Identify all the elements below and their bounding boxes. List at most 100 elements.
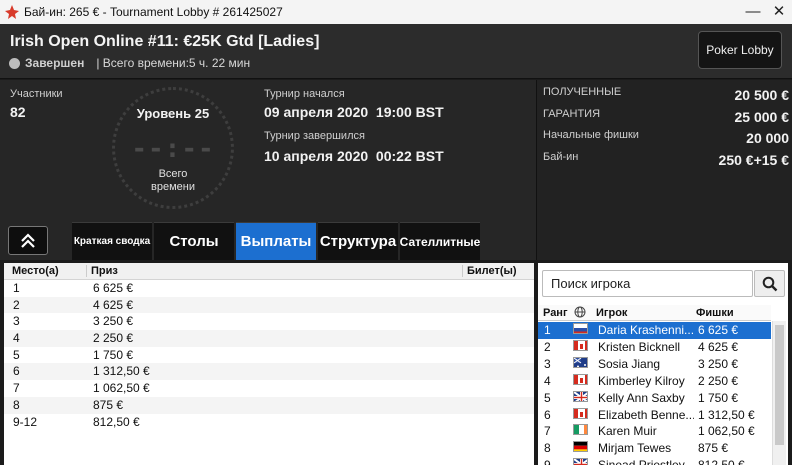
lobby-tabs: Краткая сводка Столы Выплаты Структура С… [72,222,482,260]
buyin-label: Бай-ин [543,151,579,163]
place-cell: 3 [13,314,20,329]
info-left-panel: Участники 82 Уровень 25 --:-- Всего врем… [0,80,534,260]
player-name-cell: Daria Krashenni... [598,323,694,337]
place-cell: 2 [13,297,20,312]
player-row[interactable]: 6 Elizabeth Benne... 1 312,50 € [538,407,771,424]
rank-cell: 6 [544,407,551,422]
player-name-cell: Kelly Ann Saxby [598,390,685,405]
status-dot-icon [9,57,20,69]
tab-satellites[interactable]: Сателлитные [400,222,480,260]
col-country[interactable] [574,306,586,321]
clock-digits: --:-- [131,134,215,164]
player-name-cell: Kristen Bicknell [598,339,681,354]
buyin-value: 250 €+15 € [718,152,789,168]
table-row: 9-12 812,50 € [4,414,534,431]
payouts-header: Место(а) Приз Билет(ы) [4,263,534,280]
col-chips[interactable]: Фишки [696,307,734,319]
chips-cell: 875 € [698,441,729,456]
search-icon [762,276,778,292]
window-title: Бай-ин: 265 € - Tournament Lobby # 26142… [24,5,283,19]
country-flag-icon [573,339,588,351]
prize-cell: 1 312,50 € [93,364,150,379]
tab-payouts[interactable]: Выплаты [236,222,316,260]
rank-cell: 7 [544,424,551,439]
pokerstars-logo-icon [5,5,19,19]
starting-chips-value: 20 000 [746,130,789,146]
player-row[interactable]: 8 Mirjam Tewes 875 € [538,440,771,457]
collapse-button[interactable] [8,226,48,255]
poker-lobby-button[interactable]: Poker Lobby [698,31,782,69]
rank-cell: 8 [544,441,551,456]
country-flag-icon [573,458,588,465]
country-flag-icon [573,441,588,453]
chevron-up-double-icon [21,233,35,248]
place-cell: 6 [13,364,20,379]
player-row[interactable]: 9 Sinead Priestley 812,50 € [538,457,771,465]
tab-structure[interactable]: Структура [318,222,398,260]
end-value: 10 апреля 2020 00:22 BST [264,148,444,164]
participants-label: Участники [10,88,63,100]
close-button[interactable]: ✕ [768,2,790,22]
prize-cell: 1 062,50 € [93,381,150,396]
country-flag-icon [573,323,588,334]
minimize-button[interactable]: — [742,2,764,22]
player-row[interactable]: 5 Kelly Ann Saxby 1 750 € [538,390,771,407]
player-name-cell: Elizabeth Benne... [598,407,694,422]
clock-caption: Всего времени [115,168,231,194]
table-row: 1 6 625 € [4,280,534,297]
player-row[interactable]: 3 Sosia Jiang 3 250 € [538,356,771,373]
players-scrollbar[interactable] [772,321,786,465]
player-name-cell: Sosia Jiang [598,356,661,371]
payouts-body: 1 6 625 € 2 4 625 € 3 3 250 € 4 2 250 € 5 1 750 €… [4,280,534,430]
guarantee-row: Гарантия 25 000 € [543,106,789,126]
prize-pool-label: Полученные [543,86,622,98]
place-cell: 7 [13,381,20,396]
tournament-status: Завершен | Всего времени:5 ч. 22 мин [9,56,250,70]
tab-tables[interactable]: Столы [154,222,234,260]
place-cell: 8 [13,397,20,412]
prize-cell: 6 625 € [93,281,134,295]
col-prize[interactable]: Приз [86,265,118,277]
chips-cell: 2 250 € [698,373,739,388]
player-name-cell: Mirjam Tewes [598,441,672,456]
prize-pool-row: Полученные 20 500 € [543,84,789,104]
player-row[interactable]: 2 Kristen Bicknell 4 625 € [538,339,771,356]
country-flag-icon [573,356,588,368]
level-label: Уровень 25 [136,106,210,121]
chips-cell: 812,50 € [698,458,745,465]
participants-value: 82 [10,104,26,120]
rank-cell: 2 [544,339,551,354]
player-row[interactable]: 4 Kimberley Kilroy 2 250 € [538,373,771,390]
player-search-input[interactable]: Поиск игрока [542,270,753,297]
rank-cell: 1 [544,323,551,337]
tab-summary[interactable]: Краткая сводка [72,222,152,260]
col-tickets[interactable]: Билет(ы) [462,265,517,277]
chips-cell: 1 312,50 € [698,407,755,422]
tournament-info-panel: Участники 82 Уровень 25 --:-- Всего врем… [0,80,792,260]
search-button[interactable] [754,270,785,297]
globe-icon [574,306,586,318]
start-value: 09 апреля 2020 19:00 BST [264,104,444,120]
country-flag-icon [573,407,588,419]
col-player[interactable]: Игрок [596,307,627,319]
prize-cell: 1 750 € [93,347,134,362]
chips-cell: 1 750 € [698,390,739,405]
rank-cell: 9 [544,458,551,465]
guarantee-value: 25 000 € [734,109,790,125]
col-place[interactable]: Место(а) [12,265,59,277]
col-rank[interactable]: Ранг [543,307,568,319]
prize-cell: 2 250 € [93,331,134,346]
table-row: 7 1 062,50 € [4,380,534,397]
chips-cell: 1 062,50 € [698,424,755,439]
scrollbar-thumb[interactable] [775,325,784,445]
status-label: Завершен [25,56,85,70]
table-row: 4 2 250 € [4,330,534,347]
chips-cell: 3 250 € [698,356,739,371]
table-row: 3 3 250 € [4,313,534,330]
starting-chips-label: Начальные фишки [543,129,639,141]
end-label: Турнир завершился [264,130,365,142]
country-flag-icon [573,373,588,385]
buyin-row: Бай-ин 250 €+15 € [543,149,789,169]
player-row[interactable]: 7 Karen Muir 1 062,50 € [538,423,771,440]
player-row[interactable]: 1 Daria Krashenni... 6 625 € [538,322,771,339]
